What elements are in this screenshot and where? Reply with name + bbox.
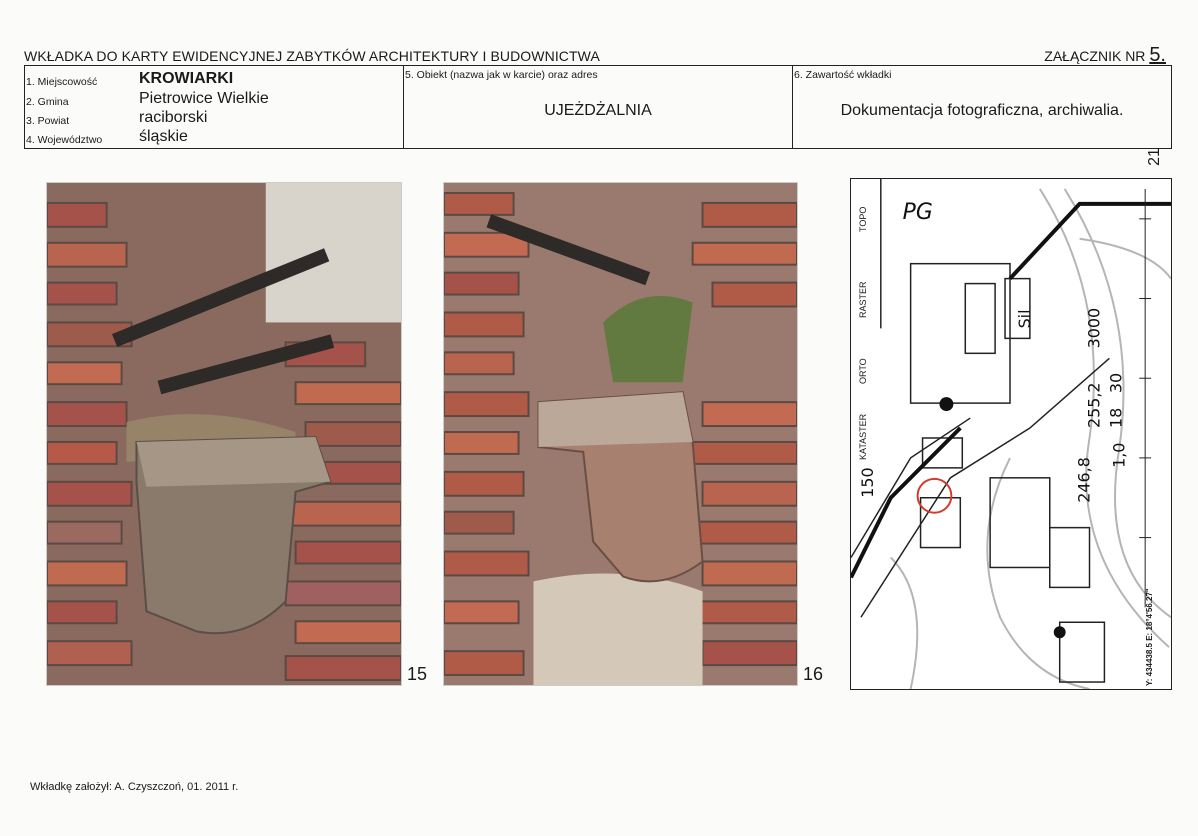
commune-row: 2. Gmina Pietrowice Wielkie bbox=[25, 88, 269, 108]
page-number: 21 bbox=[1145, 148, 1163, 166]
location-cell: 1. Miejscowość KROWIARKI 2. Gmina Pietro… bbox=[25, 66, 404, 148]
map-elevation-3: 18 bbox=[1106, 408, 1125, 428]
district-row: 3. Powiat raciborski bbox=[25, 107, 207, 127]
map-layer-topo[interactable]: TOPO bbox=[858, 207, 868, 232]
annex-number-value: 5. bbox=[1149, 44, 1166, 66]
brick-corbel-photo-icon bbox=[47, 183, 401, 685]
photo-15 bbox=[46, 182, 402, 686]
locality-value: KROWIARKI bbox=[139, 70, 234, 87]
map-layer-raster[interactable]: RASTER bbox=[858, 281, 868, 318]
annex-number: ZAŁĄCZNIK NR 5. bbox=[1044, 44, 1166, 67]
map-elevation-7: 150 bbox=[858, 467, 877, 497]
photo-16 bbox=[443, 182, 798, 686]
locality-label: 1. Miejscowość bbox=[26, 76, 98, 88]
map-text-pg: PG bbox=[903, 200, 933, 225]
object-cell: 5. Obiekt (nazwa jak w karcie) oraz adre… bbox=[404, 66, 793, 148]
map-coordinates: Y: 434438.5 E: 18°4'56.27" bbox=[1145, 588, 1154, 686]
map-layer-orto[interactable]: ORTO bbox=[858, 358, 868, 384]
map-elevation-4: 30 bbox=[1106, 373, 1125, 393]
info-table: 1. Miejscowość KROWIARKI 2. Gmina Pietro… bbox=[24, 65, 1172, 149]
location-map: PG Sil 255,2 3000 18 30 246,8 1,0 150 bbox=[850, 178, 1172, 690]
district-value: raciborski bbox=[139, 109, 208, 126]
object-value: UJEŻDŻALNIA bbox=[544, 102, 652, 119]
footer-author: Wkładkę założył: A. Czyszczoń, 01. 2011 … bbox=[30, 781, 239, 793]
document-title: WKŁADKA DO KARTY EWIDENCYJNEJ ZABYTKÓW A… bbox=[24, 48, 600, 64]
annex-label: ZAŁĄCZNIK NR bbox=[1044, 48, 1146, 64]
map-elevation-2: 3000 bbox=[1084, 308, 1103, 349]
photo-15-number: 15 bbox=[407, 664, 428, 684]
brick-corbel-photo-icon bbox=[444, 183, 797, 685]
topographic-map-icon: PG Sil 255,2 3000 18 30 246,8 1,0 150 bbox=[851, 179, 1171, 689]
voivodeship-label: 4. Województwo bbox=[26, 134, 103, 146]
map-text-sil: Sil bbox=[1015, 309, 1034, 328]
voivodeship-value: śląskie bbox=[139, 128, 188, 145]
locality-row: 1. Miejscowość KROWIARKI bbox=[25, 68, 233, 88]
contents-value: Dokumentacja fotograficzna, archiwalia. bbox=[840, 102, 1124, 119]
photo-16-number: 16 bbox=[803, 664, 824, 684]
object-label: 5. Obiekt (nazwa jak w karcie) oraz adre… bbox=[405, 69, 598, 81]
commune-value: Pietrowice Wielkie bbox=[139, 90, 269, 107]
voivodeship-row: 4. Województwo śląskie bbox=[25, 126, 188, 146]
contents-cell: 6. Zawartość wkładki Dokumentacja fotogr… bbox=[793, 66, 1171, 148]
map-elevation-5: 246,8 bbox=[1075, 457, 1094, 503]
map-elevation-1: 255,2 bbox=[1084, 382, 1103, 428]
contents-label: 6. Zawartość wkładki bbox=[794, 69, 892, 81]
map-elevation-6: 1,0 bbox=[1109, 443, 1128, 468]
map-layer-kataster[interactable]: KATASTER bbox=[858, 414, 868, 460]
